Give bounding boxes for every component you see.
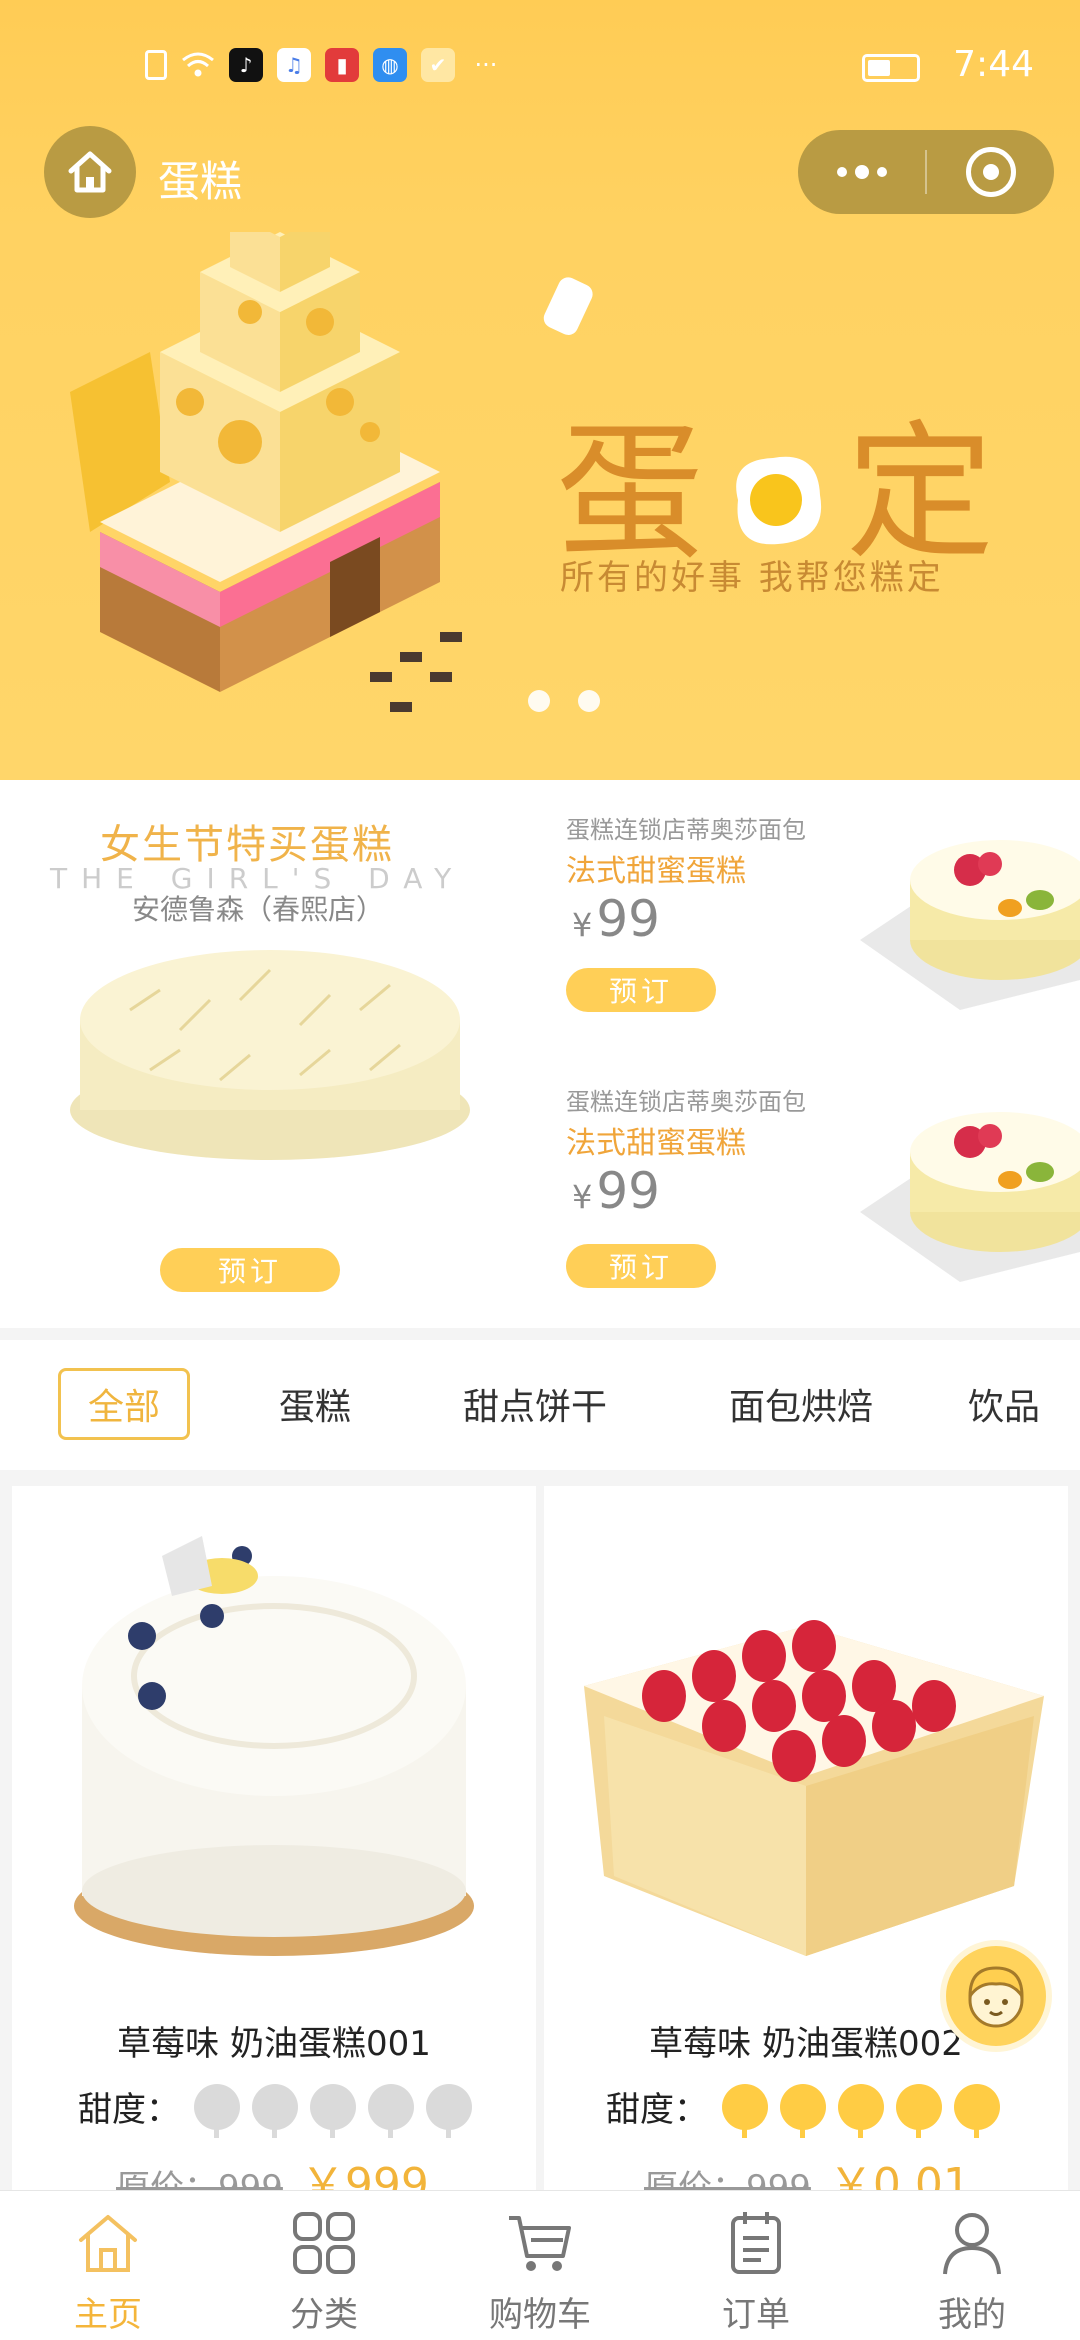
- lollipop-icon: [368, 2083, 414, 2138]
- order-button[interactable]: 预订: [566, 1244, 716, 1288]
- home-icon: [70, 2205, 146, 2281]
- miniapp-capsule: [798, 130, 1054, 214]
- tab-all[interactable]: 全部: [58, 1368, 190, 1440]
- status-icons: ♪ ♫ ▮ ◍ ✔ ···: [145, 48, 503, 82]
- product-name: 草莓味 奶油蛋糕001: [117, 2024, 431, 2064]
- promo-section: 女生节特买蛋糕 THE GIRL'S DAY 安德鲁森（春熙店） 预订 蛋糕连锁…: [0, 780, 1080, 1328]
- cake-image: [860, 840, 1080, 1010]
- tabbar-home[interactable]: 主页: [0, 2191, 216, 2340]
- lollipop-icon: [780, 2083, 826, 2138]
- lollipop-icon: [722, 2083, 768, 2138]
- promo-item-shop: 蛋糕连锁店蒂奥莎面包: [566, 1088, 806, 1116]
- avatar-icon: [968, 1966, 1024, 2028]
- sweetness-label: 甜度：: [78, 2090, 180, 2130]
- currency-symbol: ¥: [572, 906, 593, 944]
- home-icon: [68, 151, 112, 193]
- target-icon: [965, 147, 1016, 197]
- tabbar-label: 订单: [722, 2295, 790, 2335]
- tabbar-label: 分类: [290, 2295, 358, 2335]
- wifi-icon: [181, 48, 215, 82]
- lollipop-icon: [310, 2083, 356, 2138]
- price-value: 99: [596, 890, 660, 948]
- browser-icon: ◍: [373, 48, 407, 82]
- price-value: 99: [596, 1162, 660, 1220]
- sweetness-rating: 甜度：: [78, 2082, 472, 2138]
- carousel-dots: [528, 690, 600, 712]
- header: ♪ ♫ ▮ ◍ ✔ ··· 7:44 蛋糕 蛋 定 所有的好事 我帮您糕定: [0, 0, 1080, 780]
- profile-icon: [934, 2205, 1010, 2281]
- sim-icon: [145, 50, 167, 80]
- cake-image: [70, 950, 470, 1160]
- category-tabs: 全部 蛋糕 甜点饼干 面包烘焙 饮品: [0, 1340, 1080, 1470]
- tabbar-label: 我的: [938, 2295, 1006, 2335]
- order-button[interactable]: 预订: [160, 1248, 340, 1292]
- status-bar: ♪ ♫ ▮ ◍ ✔ ··· 7:44: [0, 0, 1080, 130]
- battery-icon: [862, 54, 920, 82]
- product-grid: 草莓味 奶油蛋糕001 甜度： 原价：999 ￥999 草莓味 奶油蛋糕002 …: [0, 1478, 1080, 2210]
- tabbar-label: 购物车: [489, 2295, 591, 2335]
- promo-featured[interactable]: 女生节特买蛋糕 THE GIRL'S DAY 安德鲁森（春熙店） 预订: [0, 780, 540, 1328]
- book-icon: ▮: [325, 48, 359, 82]
- nav-bar: 蛋糕: [0, 122, 1080, 232]
- more-notifications: ···: [474, 51, 498, 79]
- lollipop-icon: [194, 2083, 240, 2138]
- banner-subtitle: 所有的好事 我帮您糕定: [560, 558, 944, 598]
- tabbar-label: 主页: [74, 2295, 142, 2335]
- home-button[interactable]: [44, 126, 136, 218]
- promo-item[interactable]: 蛋糕连锁店蒂奥莎面包 法式甜蜜蛋糕 ¥99 预订: [540, 1052, 1080, 1322]
- tab-bakery[interactable]: 面包烘焙: [706, 1368, 896, 1440]
- tabbar-orders[interactable]: 订单: [648, 2191, 864, 2340]
- carousel-dot[interactable]: [528, 690, 550, 712]
- music-icon: ♫: [277, 48, 311, 82]
- lollipop-icon: [426, 2083, 472, 2138]
- order-icon: [718, 2205, 794, 2281]
- lollipop-icon: [252, 2083, 298, 2138]
- product-card[interactable]: 草莓味 奶油蛋糕002 甜度： 原价：999 ￥0.01: [544, 1486, 1068, 2210]
- tabbar-profile[interactable]: 我的: [864, 2191, 1080, 2340]
- close-miniapp-button[interactable]: [927, 147, 1054, 197]
- lollipop-icon: [954, 2083, 1000, 2138]
- product-image: [74, 1536, 474, 1956]
- tab-desserts[interactable]: 甜点饼干: [440, 1368, 630, 1440]
- promo-item-shop: 蛋糕连锁店蒂奥莎面包: [566, 816, 806, 844]
- promo-item[interactable]: 蛋糕连锁店蒂奥莎面包 法式甜蜜蛋糕 ¥99 预订: [540, 780, 1080, 1050]
- promo-item-price: ¥99: [572, 1162, 660, 1220]
- page-title: 蛋糕: [158, 157, 243, 206]
- bottom-tab-bar: 主页 分类 购物车 订单 我的: [0, 2190, 1080, 2340]
- more-menu-button[interactable]: [798, 130, 925, 214]
- promo-shop: 安德鲁森（春熙店）: [132, 893, 385, 926]
- customer-service-button[interactable]: [940, 1940, 1052, 2052]
- cake-shop-illustration: [70, 232, 462, 712]
- promo-item-name: 法式甜蜜蛋糕: [566, 854, 746, 889]
- sweetness-rating: 甜度：: [606, 2082, 1000, 2138]
- order-button[interactable]: 预订: [566, 968, 716, 1012]
- product-card[interactable]: 草莓味 奶油蛋糕001 甜度： 原价：999 ￥999: [12, 1486, 536, 2210]
- lollipop-icon: [896, 2083, 942, 2138]
- banner-carousel[interactable]: 蛋 定 所有的好事 我帮您糕定: [0, 232, 1080, 780]
- tabbar-cart[interactable]: 购物车: [432, 2191, 648, 2340]
- cake-image: [860, 1112, 1080, 1282]
- category-icon: [286, 2205, 362, 2281]
- tab-cake[interactable]: 蛋糕: [250, 1368, 380, 1440]
- promo-item-price: ¥99: [572, 890, 660, 948]
- shield-icon: ✔: [421, 48, 455, 82]
- decoration-shape: [543, 277, 593, 335]
- lollipop-icon: [838, 2083, 884, 2138]
- currency-symbol: ¥: [572, 1178, 593, 1216]
- sweetness-label: 甜度：: [606, 2090, 708, 2130]
- cart-icon: [502, 2205, 578, 2281]
- egg-icon: [718, 421, 836, 544]
- tab-drinks[interactable]: 饮品: [968, 1368, 1080, 1440]
- status-time: 7:44: [953, 44, 1034, 85]
- tabbar-category[interactable]: 分类: [216, 2191, 432, 2340]
- carousel-dot[interactable]: [578, 690, 600, 712]
- tiktok-icon: ♪: [229, 48, 263, 82]
- promo-item-name: 法式甜蜜蛋糕: [566, 1126, 746, 1161]
- product-image: [584, 1620, 1044, 1956]
